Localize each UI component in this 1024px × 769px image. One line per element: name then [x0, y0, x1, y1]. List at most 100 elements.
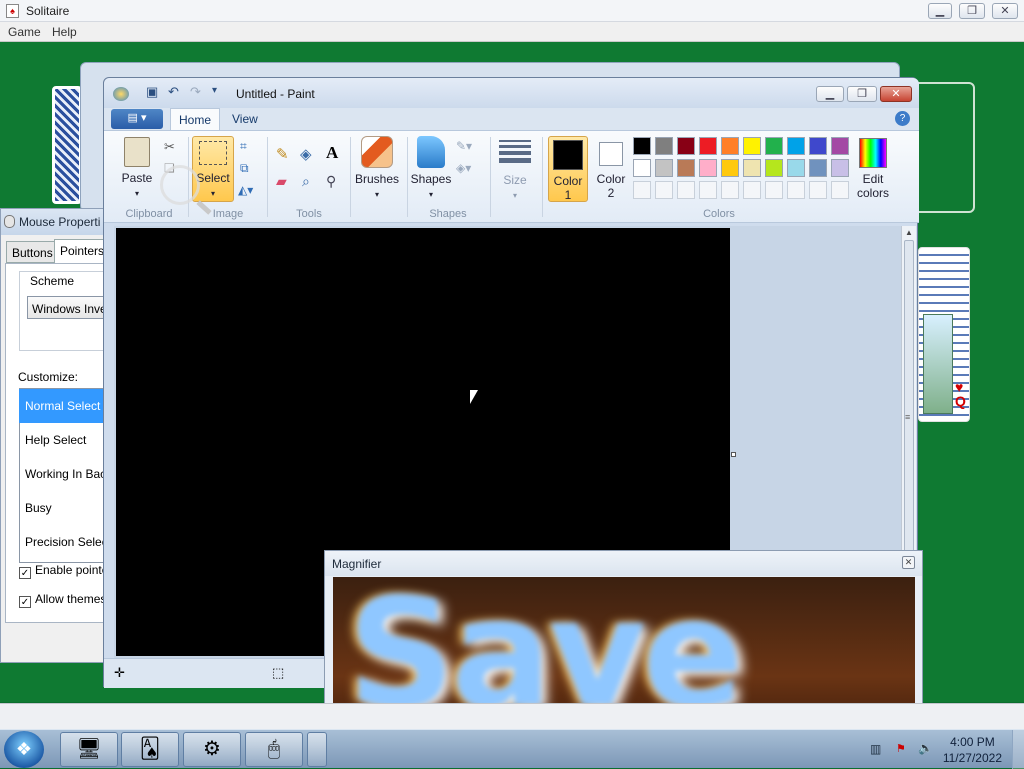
custom-color-slot[interactable] — [787, 181, 805, 199]
custom-color-slot[interactable] — [677, 181, 695, 199]
menu-help[interactable]: Help — [52, 25, 77, 39]
palette-color-swatch[interactable] — [831, 159, 849, 177]
pointer-item-help-select[interactable]: Help Select — [19, 423, 105, 457]
palette-color-swatch[interactable] — [787, 159, 805, 177]
fill-icon[interactable]: ◈ — [300, 145, 312, 163]
palette-color-swatch[interactable] — [743, 159, 761, 177]
pointer-item-precision-select[interactable]: Precision Select — [19, 525, 105, 559]
resize-icon[interactable]: ⧉ — [240, 161, 249, 176]
pointer-item-normal-select[interactable]: Normal Select — [19, 389, 105, 423]
palette-color-swatch[interactable] — [721, 159, 739, 177]
scheme-dropdown[interactable]: Windows Inver — [27, 296, 105, 319]
palette-color-swatch[interactable] — [809, 137, 827, 155]
tools-group-label: Tools — [296, 208, 322, 220]
palette-color-swatch[interactable] — [809, 159, 827, 177]
magnifier-close-button[interactable]: ✕ — [902, 556, 915, 569]
paste-button[interactable]: Paste ▾ — [120, 137, 154, 199]
show-desktop-button[interactable] — [1012, 730, 1024, 769]
paint-titlebar[interactable]: ▣ ↶ ↷ ▾ Untitled - Paint ▁ ❐ ✕ — [104, 78, 919, 108]
redo-icon[interactable]: ↷ — [190, 84, 201, 100]
magnifier-icon[interactable]: ⚲ — [326, 173, 336, 190]
volume-icon[interactable]: 🔈 — [918, 741, 933, 755]
mouse-properties-titlebar[interactable]: Mouse Properti — [1, 209, 105, 235]
save-icon[interactable]: ▣ — [146, 84, 158, 100]
custom-color-slot[interactable] — [831, 181, 849, 199]
brushes-button[interactable]: Brushes ▾ — [354, 136, 400, 200]
palette-color-swatch[interactable] — [633, 137, 651, 155]
custom-color-slot[interactable] — [655, 181, 673, 199]
solitaire-minimize-button[interactable]: ▁ — [928, 3, 952, 19]
custom-color-slot[interactable] — [633, 181, 651, 199]
custom-color-slot[interactable] — [809, 181, 827, 199]
size-button[interactable]: Size ▾ — [496, 137, 534, 201]
palette-color-swatch[interactable] — [677, 137, 695, 155]
taskbar-control-panel[interactable]: 🖥 — [60, 732, 118, 767]
paint-maximize-button[interactable]: ❐ — [847, 86, 877, 102]
taskbar-mouse-properties[interactable]: 🖱 — [245, 732, 303, 767]
eraser-icon[interactable]: ▰ — [276, 173, 287, 190]
palette-color-swatch[interactable] — [699, 159, 717, 177]
edit-colors-button[interactable]: Edit colors — [852, 136, 894, 200]
action-center-icon[interactable]: ⚑ — [896, 742, 906, 755]
palette-color-swatch[interactable] — [699, 137, 717, 155]
color1-button[interactable]: Color 1 — [548, 136, 588, 202]
tab-home[interactable]: Home — [170, 108, 220, 131]
allow-themes-checkbox[interactable]: ✓ Allow themes t — [19, 592, 105, 608]
fill-shape-icon[interactable]: ◈▾ — [456, 161, 471, 175]
palette-color-swatch[interactable] — [655, 137, 673, 155]
custom-color-slot[interactable] — [765, 181, 783, 199]
crop-icon[interactable]: ⌗ — [240, 139, 247, 154]
palette-color-swatch[interactable] — [787, 137, 805, 155]
tab-pointers[interactable]: Pointers — [54, 239, 111, 264]
tab-view[interactable]: View — [232, 112, 258, 126]
palette-color-swatch[interactable] — [633, 159, 651, 177]
tableau-stack[interactable]: ♥ Q — [918, 247, 970, 422]
customize-toolbar-icon[interactable]: ▾ — [212, 85, 217, 96]
solitaire-restore-button[interactable]: ❐ — [959, 3, 985, 19]
undo-icon[interactable]: ↶ — [168, 84, 179, 100]
rotate-icon[interactable]: ◭▾ — [238, 183, 253, 197]
paint-menu-button[interactable]: ▤ ▾ — [111, 109, 163, 129]
paint-title: Untitled - Paint — [236, 87, 315, 101]
magnifier-lens-icon — [160, 165, 200, 205]
solitaire-close-button[interactable]: ✕ — [992, 3, 1018, 19]
solitaire-titlebar[interactable]: ♠ Solitaire ▁ ❐ ✕ — [0, 0, 1024, 22]
clock[interactable]: 4:00 PM 11/27/2022 — [943, 734, 1002, 766]
palette-color-swatch[interactable] — [677, 159, 695, 177]
text-icon[interactable]: A — [326, 143, 338, 163]
custom-color-slot[interactable] — [699, 181, 717, 199]
palette-color-swatch[interactable] — [831, 137, 849, 155]
paint-close-button[interactable]: ✕ — [880, 86, 912, 102]
color2-button[interactable]: Color 2 — [592, 136, 630, 200]
start-button[interactable]: ❖ — [4, 731, 44, 768]
magnifier-titlebar[interactable]: Magnifier ✕ — [325, 551, 922, 576]
outline-icon[interactable]: ✎▾ — [456, 139, 472, 153]
colors-group-label: Colors — [703, 208, 735, 220]
palette-color-swatch[interactable] — [743, 137, 761, 155]
color-picker-icon[interactable]: ⌕ — [302, 173, 310, 190]
scroll-up-icon[interactable]: ▲ — [905, 228, 913, 237]
pencil-icon[interactable]: ✎ — [276, 145, 289, 163]
color1-label-a: Color — [553, 174, 583, 188]
cut-icon[interactable]: ✂ — [164, 139, 175, 155]
palette-color-swatch[interactable] — [721, 137, 739, 155]
palette-color-swatch[interactable] — [765, 137, 783, 155]
custom-color-slot[interactable] — [721, 181, 739, 199]
taskbar-ease-of-access[interactable]: ⚙ — [183, 732, 241, 767]
stock-pile[interactable] — [52, 86, 82, 204]
taskbar-paint[interactable] — [307, 732, 327, 767]
palette-color-swatch[interactable] — [655, 159, 673, 177]
network-icon[interactable]: ▥ — [870, 742, 881, 756]
help-icon[interactable]: ? — [895, 111, 910, 126]
tab-buttons[interactable]: Buttons — [6, 241, 59, 263]
taskbar-solitaire[interactable]: 🂡 — [121, 732, 179, 767]
canvas-resize-handle[interactable] — [731, 452, 736, 457]
enable-pointer-shadow-checkbox[interactable]: ✓ Enable pointer — [19, 563, 105, 579]
menu-game[interactable]: Game — [8, 25, 41, 39]
paint-minimize-button[interactable]: ▁ — [816, 86, 844, 102]
custom-color-slot[interactable] — [743, 181, 761, 199]
palette-color-swatch[interactable] — [765, 159, 783, 177]
shapes-button[interactable]: Shapes ▾ — [410, 136, 452, 200]
pointer-item-busy[interactable]: Busy — [19, 491, 105, 525]
pointer-item-working-in-background[interactable]: Working In Back — [19, 457, 105, 491]
